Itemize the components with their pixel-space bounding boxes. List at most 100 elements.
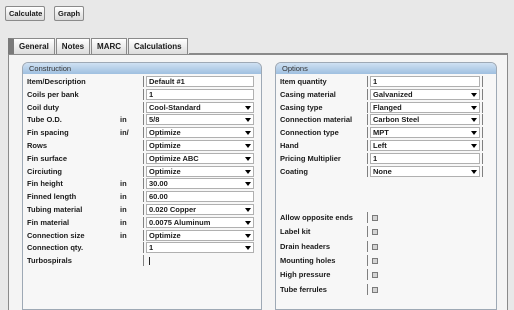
item-description-input[interactable]: Default #1 — [146, 76, 254, 87]
column-separator — [143, 88, 144, 100]
column-separator — [143, 178, 144, 190]
column-separator — [367, 140, 368, 151]
construction-row-item-description: Item/Description Default #1 — [23, 76, 261, 88]
construction-row-tube-o-d: Tube O.D. in 5/8 — [23, 114, 261, 126]
field-label: Item quantity — [280, 77, 327, 86]
label-kit-checkbox[interactable] — [372, 229, 378, 236]
circiuting-select[interactable]: Optimize — [146, 165, 254, 177]
field-label: Circiuting — [27, 166, 62, 176]
field-label: Finned length — [27, 192, 77, 202]
chevron-down-icon — [471, 92, 477, 97]
mounting-holes-checkbox[interactable] — [372, 257, 378, 264]
options-check-label-kit: Label kit — [276, 226, 496, 238]
chevron-down-icon — [471, 144, 477, 148]
field-label: Coating — [280, 166, 308, 176]
column-separator — [482, 140, 483, 151]
calculate-button[interactable]: Calculate — [5, 6, 45, 21]
fin-spacing-select[interactable]: Optimize — [146, 127, 254, 139]
field-value: Cool-Standard — [149, 102, 201, 112]
construction-row-turbospirals: Turbospirals — [23, 255, 261, 267]
tab-calculations[interactable]: Calculations — [128, 38, 188, 54]
graph-button[interactable]: Graph — [54, 6, 84, 21]
field-value: 1 — [149, 243, 154, 253]
item-quantity-input[interactable]: 1 — [370, 76, 480, 87]
fin-height-select[interactable]: 30.00 — [146, 178, 254, 190]
fin-material-select[interactable]: 0.0075 Aluminum — [146, 216, 254, 228]
construction-row-fin-surface: Fin surface Optimize ABC — [23, 152, 261, 165]
field-value: MPT — [373, 128, 389, 138]
options-check-tube-ferrules: Tube ferrules — [276, 283, 496, 296]
field-value: Optimize — [149, 141, 181, 150]
checkbox-label: Tube ferrules — [280, 284, 327, 294]
tab-marc[interactable]: MARC — [91, 38, 128, 54]
unit-label: in — [120, 205, 127, 214]
chevron-down-icon — [245, 182, 251, 187]
drain-headers-checkbox[interactable] — [372, 243, 378, 250]
finned-length-input[interactable]: 60.00 — [146, 191, 254, 203]
casing-material-select[interactable]: Galvanized — [370, 88, 480, 100]
connection-type-select[interactable]: MPT — [370, 127, 480, 139]
chevron-down-icon — [245, 220, 251, 225]
options-check-mounting-holes: Mounting holes — [276, 254, 496, 267]
field-value: Optimize — [149, 128, 181, 138]
field-value: Optimize — [149, 166, 181, 176]
tab-notes[interactable]: Notes — [55, 38, 91, 54]
column-separator — [367, 283, 368, 295]
checkbox-label: Label kit — [280, 227, 311, 237]
unit-label: in — [120, 115, 127, 125]
field-label: Connection size — [27, 230, 85, 240]
field-value: Left — [373, 141, 387, 150]
coils-per-bank-input[interactable]: 1 — [146, 88, 254, 100]
field-label: Fin surface — [27, 153, 68, 163]
casing-type-select[interactable]: Flanged — [370, 101, 480, 113]
column-separator — [367, 88, 368, 100]
unit-label: in — [120, 179, 127, 189]
chevron-down-icon — [245, 246, 251, 251]
field-label: Casing type — [280, 102, 323, 112]
construction-row-finned-length: Finned length in 60.00 — [23, 191, 261, 203]
connection-qty-select[interactable]: 1 — [146, 242, 254, 254]
column-separator — [367, 101, 368, 113]
field-value: Optimize — [149, 230, 181, 240]
field-value: Flanged — [373, 102, 402, 112]
field-label: Casing material — [280, 89, 336, 99]
construction-row-connection-qty: Connection qty. 1 — [23, 242, 261, 254]
coil-duty-select[interactable]: Cool-Standard — [146, 101, 254, 113]
coating-select[interactable]: None — [370, 165, 480, 177]
field-label: Rows — [27, 141, 48, 150]
high-pressure-checkbox[interactable] — [372, 272, 378, 279]
connection-size-select[interactable]: Optimize — [146, 229, 254, 241]
column-separator — [143, 165, 144, 177]
hand-select[interactable]: Left — [370, 140, 480, 151]
chevron-down-icon — [245, 156, 251, 161]
column-separator — [482, 101, 483, 113]
options-row-hand: Hand Left — [276, 140, 496, 152]
field-label: Turbospirals — [27, 256, 72, 266]
allow-opposite-ends-checkbox[interactable] — [372, 215, 378, 221]
checkbox-label: High pressure — [280, 270, 331, 280]
tube-ferrules-checkbox[interactable] — [372, 286, 378, 293]
unit-label: in/ — [120, 128, 129, 138]
field-label: Coils per bank — [27, 89, 79, 99]
tubing-material-select[interactable]: 0.020 Copper — [146, 204, 254, 215]
field-label: Hand — [280, 141, 299, 150]
field-label: Connection type — [280, 128, 339, 138]
column-separator — [367, 226, 368, 238]
rows-select[interactable]: Optimize — [146, 140, 254, 151]
field-value: Default #1 — [149, 77, 185, 86]
field-label: Tubing material — [27, 205, 83, 214]
chevron-down-icon — [245, 208, 251, 212]
options-row-connection-material: Connection material Carbon Steel — [276, 114, 496, 126]
field-label: Tube O.D. — [27, 115, 62, 125]
field-value: 5/8 — [149, 115, 160, 125]
pricing-multiplier-input[interactable]: 1 — [370, 152, 480, 164]
column-separator — [482, 114, 483, 126]
connection-material-select[interactable]: Carbon Steel — [370, 114, 480, 126]
tube-o-d-select[interactable]: 5/8 — [146, 114, 254, 126]
construction-row-coils-per-bank: Coils per bank 1 — [23, 88, 261, 101]
turbospirals-checkbox[interactable] — [149, 257, 150, 266]
tab-general[interactable]: General — [8, 38, 55, 54]
fin-surface-select[interactable]: Optimize ABC — [146, 152, 254, 164]
construction-row-connection-size: Connection size in Optimize — [23, 229, 261, 242]
chevron-down-icon — [245, 233, 251, 238]
